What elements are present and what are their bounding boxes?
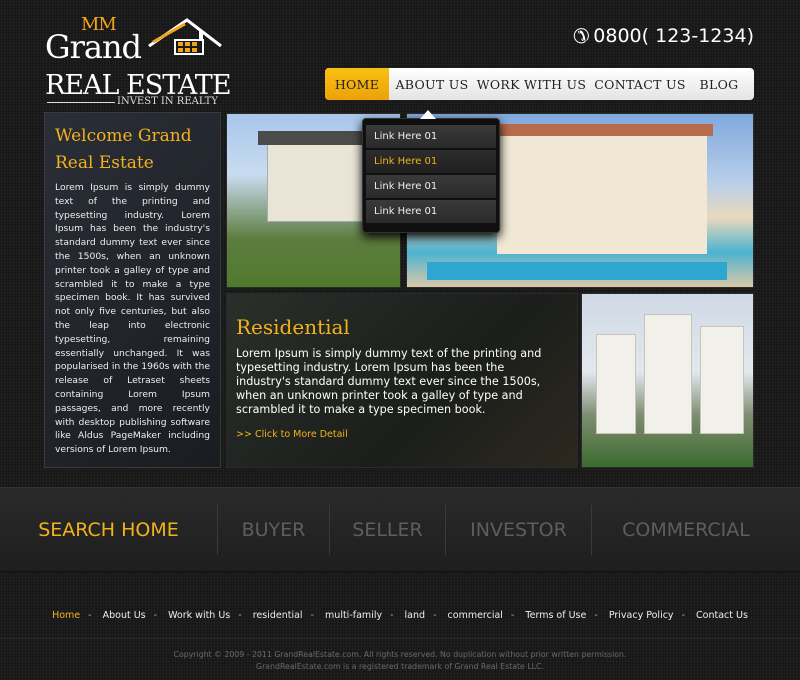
copyright-line2: GrandRealEstate.com is a registered trad… <box>256 662 544 671</box>
logo-rule <box>47 102 115 103</box>
residential-body: Lorem Ipsum is simply dummy text of the … <box>236 347 542 416</box>
nav-home[interactable]: HOME <box>325 68 389 100</box>
footer-link-multi-family[interactable]: multi-family <box>325 610 382 621</box>
phone-icon: ✆ <box>572 24 590 48</box>
logo-grand: Grand <box>45 28 142 66</box>
apartments-photo <box>581 293 754 468</box>
house-roof <box>258 131 378 145</box>
footer-nav: Home - About Us - Work with Us - residentia… <box>0 610 800 621</box>
footer-separator: - <box>510 610 515 621</box>
dropdown-link[interactable]: Link Here 01 <box>366 175 496 198</box>
footer-separator: - <box>594 610 598 621</box>
pool-shape <box>427 262 727 280</box>
site-logo[interactable]: MM Grand REAL ESTATE INVEST IN REALTY <box>45 14 232 107</box>
welcome-title: Welcome Grand Real Estate <box>55 123 210 177</box>
welcome-panel: Welcome Grand Real Estate Lorem Ipsum is… <box>44 112 221 468</box>
category-seller[interactable]: SELLER <box>330 504 446 555</box>
copyright-line1: Copyright © 2009 - 2011 GrandRealEstate.… <box>173 650 627 659</box>
nav-home-label: HOME <box>334 76 380 92</box>
footer-separator: - <box>153 610 158 621</box>
copyright: Copyright © 2009 - 2011 GrandRealEstate.… <box>0 649 800 673</box>
tower-shape <box>596 334 636 434</box>
villa-shape <box>491 124 713 254</box>
phone-number: ✆ 0800( 123-1234) <box>573 24 754 48</box>
category-search-home[interactable]: SEARCH HOME <box>0 504 218 555</box>
footer-separator: - <box>681 610 685 621</box>
footer-divider <box>0 638 800 639</box>
logo-tagline: INVEST IN REALTY <box>117 96 218 107</box>
phone-number-text: 0800( 123-1234) <box>593 25 754 47</box>
footer-link-work-with-us[interactable]: Work with Us <box>168 610 230 621</box>
residential-panel: Residential Lorem Ipsum is simply dummy … <box>236 315 556 440</box>
footer-link-about-us[interactable]: About Us <box>103 610 146 621</box>
dropdown-link[interactable]: Link Here 01 <box>366 200 496 223</box>
nav-contact-us[interactable]: CONTACT US <box>588 68 692 100</box>
footer-link-land[interactable]: land <box>405 610 426 621</box>
nav-work-with-us[interactable]: WORK WITH US <box>475 68 588 100</box>
welcome-body: Lorem Ipsum is simply dummy text of the … <box>55 182 210 456</box>
footer-separator: - <box>310 610 315 621</box>
nav-about-us[interactable]: ABOUT US <box>389 68 475 100</box>
residential-detail-link[interactable]: >> Click to More Detail <box>236 429 556 440</box>
footer-link-commercial[interactable]: commercial <box>448 610 503 621</box>
about-us-dropdown: Link Here 01 Link Here 01 Link Here 01 L… <box>362 110 500 233</box>
dropdown-link[interactable]: Link Here 01 <box>366 125 496 148</box>
footer-link-residential[interactable]: residential <box>253 610 303 621</box>
main-nav: HOME ABOUT US WORK WITH US CONTACT US BL… <box>325 68 754 100</box>
welcome-title-line1: Welcome Grand <box>55 126 192 146</box>
house-shape <box>258 131 378 222</box>
residential-title: Residential <box>236 315 350 339</box>
nav-contact-us-label: CONTACT US <box>594 76 686 92</box>
dropdown-link[interactable]: Link Here 01 <box>366 150 496 173</box>
footer-separator: - <box>88 610 92 621</box>
category-bar: SEARCH HOME BUYER SELLER INVESTOR COMMER… <box>0 487 800 572</box>
nav-about-us-label: ABOUT US <box>395 76 469 92</box>
footer-link-terms[interactable]: Terms of Use <box>525 610 586 621</box>
footer-link-contact-us[interactable]: Contact Us <box>696 610 748 621</box>
nav-work-with-us-label: WORK WITH US <box>476 76 587 92</box>
nav-blog[interactable]: BLOG <box>692 68 746 100</box>
footer-link-privacy[interactable]: Privacy Policy <box>609 610 674 621</box>
house-logo-icon <box>148 18 222 55</box>
villa-roof <box>491 124 713 136</box>
category-investor[interactable]: INVESTOR <box>446 504 592 555</box>
footer-separator: - <box>238 610 242 621</box>
category-commercial[interactable]: COMMERCIAL <box>592 505 780 555</box>
footer-separator: - <box>390 610 394 621</box>
tower-shape <box>700 326 744 434</box>
category-buyer[interactable]: BUYER <box>218 504 330 555</box>
tower-shape <box>644 314 692 434</box>
nav-blog-label: BLOG <box>699 76 739 92</box>
footer-link-home[interactable]: Home <box>52 610 80 621</box>
footer-separator: - <box>433 610 437 621</box>
welcome-title-line2: Real Estate <box>55 153 154 173</box>
